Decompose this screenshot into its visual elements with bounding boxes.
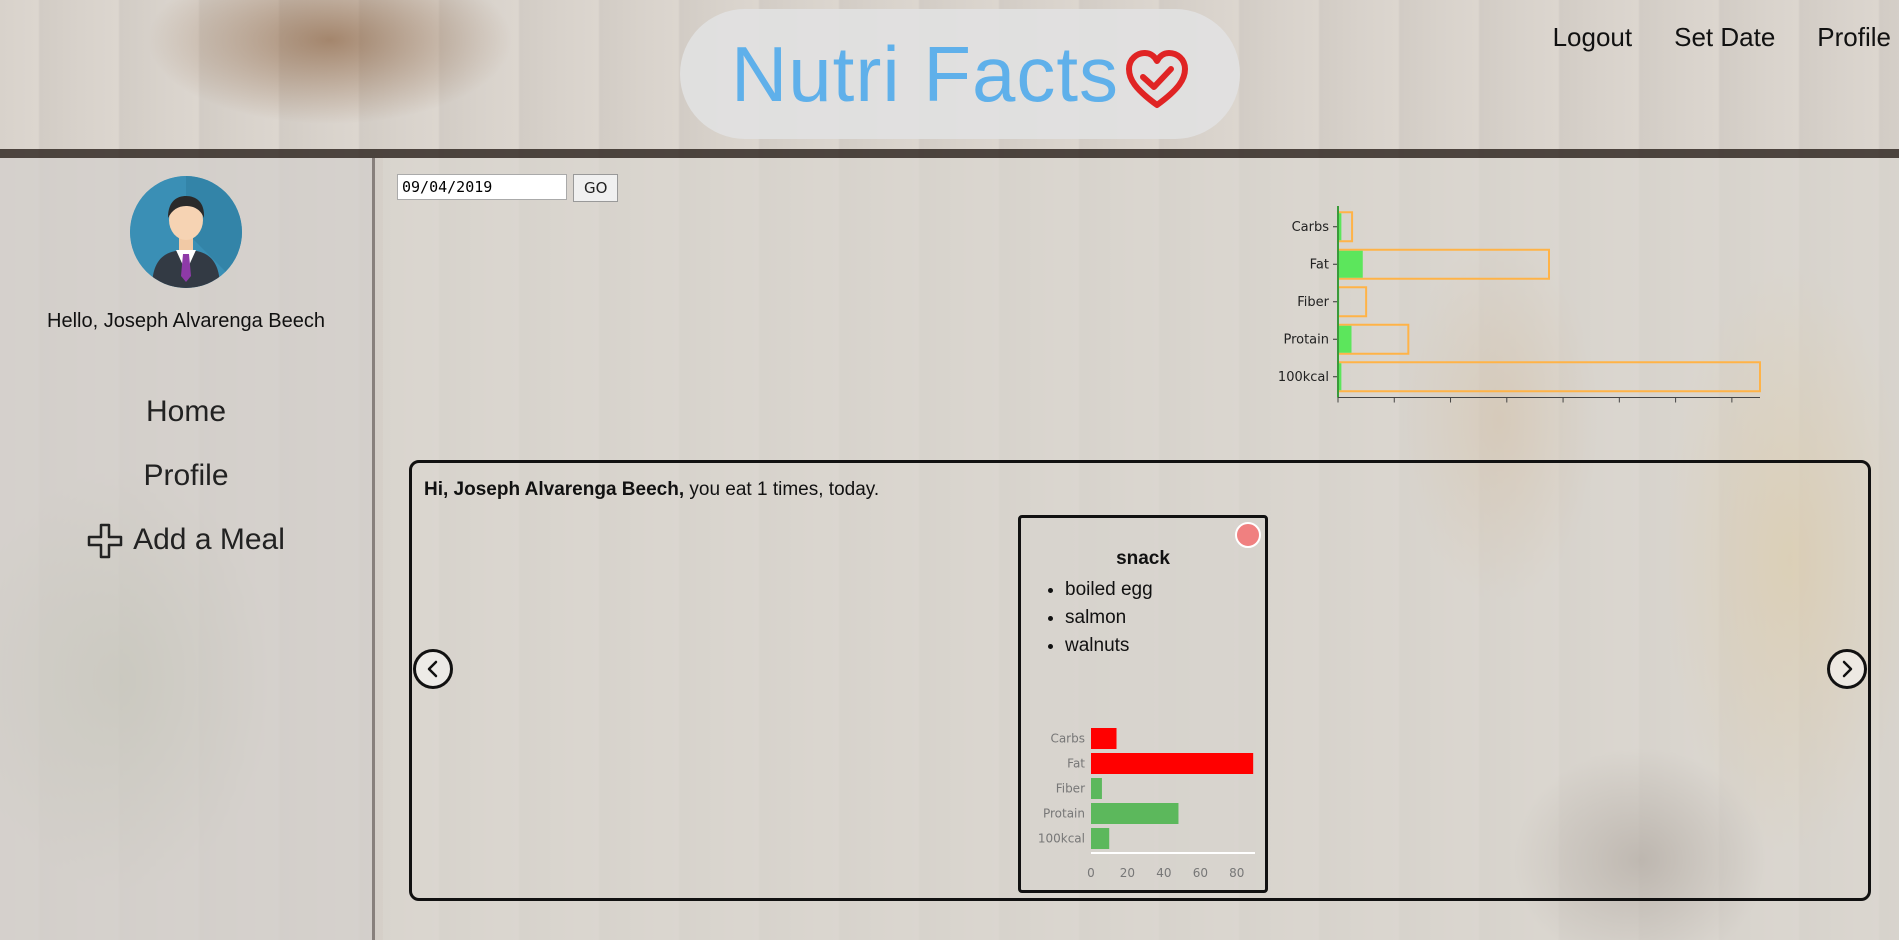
meal-nutrition-chart: Carbs Fat Fiber Protain 100kcal 0 20 40 60 80 bbox=[1038, 728, 1255, 880]
meals-greeting: Hi, Joseph Alvarenga Beech, you eat 1 ti… bbox=[424, 479, 879, 501]
main-content: GO CarbsFatFiberProtain100kcal0200400600… bbox=[383, 158, 1899, 940]
actual-bar bbox=[1338, 250, 1363, 278]
chevron-left-icon bbox=[427, 660, 438, 678]
target-bar bbox=[1337, 361, 1761, 393]
y-tick-label: 100kcal bbox=[1038, 832, 1085, 846]
y-tick-label: Fat bbox=[1310, 257, 1329, 272]
greeting-name: Hi, Joseph Alvarenga Beech, bbox=[424, 479, 685, 500]
x-tick-label: 0 bbox=[1087, 866, 1095, 880]
meal-bar bbox=[1091, 778, 1102, 799]
sidebar-item-label: Home bbox=[145, 395, 227, 428]
sidebar: Hello, Joseph Alvarenga Beech Home Profi… bbox=[0, 158, 375, 940]
side-nav: Home Profile Add a Meal bbox=[0, 380, 372, 572]
heart-check-icon bbox=[1126, 50, 1189, 108]
meal-title: snack bbox=[1116, 548, 1170, 569]
y-tick-label: Carbs bbox=[1050, 732, 1085, 746]
greeting-text: you eat 1 times, today. bbox=[684, 479, 880, 500]
set-date-link[interactable]: Set Date bbox=[1674, 22, 1775, 53]
y-tick-label: Fiber bbox=[1297, 295, 1329, 310]
meal-bar bbox=[1091, 728, 1117, 749]
food-item: boiled egg bbox=[1065, 576, 1153, 604]
profile-link[interactable]: Profile bbox=[1817, 22, 1891, 53]
meal-bar bbox=[1091, 753, 1254, 774]
brand-logo[interactable]: Nutri Facts bbox=[680, 9, 1240, 139]
sidebar-item-label: Add a Meal bbox=[133, 523, 285, 556]
food-item: walnuts bbox=[1065, 632, 1153, 660]
go-button[interactable]: GO bbox=[573, 174, 619, 202]
food-item: salmon bbox=[1065, 604, 1153, 632]
y-tick-label: Protain bbox=[1283, 332, 1329, 347]
x-tick-label: 80 bbox=[1229, 866, 1244, 880]
sidebar-item-label: Profile bbox=[143, 459, 229, 492]
y-tick-label: 100kcal bbox=[1278, 370, 1329, 385]
meal-bar bbox=[1091, 803, 1179, 824]
user-greeting: Hello, Joseph Alvarenga Beech bbox=[47, 310, 325, 332]
top-bar: Nutri Facts Logout Set Date Profile bbox=[0, 0, 1899, 152]
x-tick-label: 40 bbox=[1156, 866, 1171, 880]
brand-name: Nutri Facts bbox=[730, 29, 1120, 118]
avatar bbox=[130, 176, 242, 288]
date-form: GO bbox=[397, 174, 619, 202]
y-tick-label: Protain bbox=[1043, 807, 1085, 821]
y-tick-label: Carbs bbox=[1292, 220, 1330, 235]
sidebar-item-add-meal[interactable]: Add a Meal bbox=[0, 508, 372, 572]
logout-link[interactable]: Logout bbox=[1553, 22, 1633, 53]
y-tick-label: Fat bbox=[1067, 757, 1085, 771]
date-input[interactable] bbox=[397, 174, 567, 200]
x-tick-label: 60 bbox=[1193, 866, 1208, 880]
meal-bar bbox=[1091, 828, 1110, 849]
food-list: boiled egg salmon walnuts bbox=[1043, 576, 1153, 660]
sidebar-item-profile[interactable]: Profile bbox=[0, 444, 372, 508]
y-tick-label: Fiber bbox=[1056, 782, 1085, 796]
next-meal-button[interactable] bbox=[1827, 649, 1867, 689]
chevron-right-icon bbox=[1842, 660, 1853, 678]
remove-meal-button[interactable] bbox=[1235, 522, 1261, 548]
header-divider bbox=[0, 149, 1899, 158]
meal-card: snack boiled egg salmon walnuts Carbs Fat… bbox=[1018, 515, 1268, 893]
prev-meal-button[interactable] bbox=[413, 649, 453, 689]
sidebar-item-home[interactable]: Home bbox=[0, 380, 372, 444]
meals-panel: Hi, Joseph Alvarenga Beech, you eat 1 ti… bbox=[409, 460, 1871, 901]
top-nav: Logout Set Date Profile bbox=[1511, 22, 1899, 53]
actual-bar bbox=[1338, 325, 1352, 353]
target-bar bbox=[1337, 248, 1550, 280]
user-avatar-icon bbox=[130, 176, 242, 288]
x-tick-label: 20 bbox=[1120, 866, 1135, 880]
target-bar bbox=[1337, 286, 1368, 318]
daily-nutrition-chart: CarbsFatFiberProtain100kcal0200400600800… bbox=[1278, 206, 1761, 403]
plus-icon bbox=[87, 523, 123, 559]
